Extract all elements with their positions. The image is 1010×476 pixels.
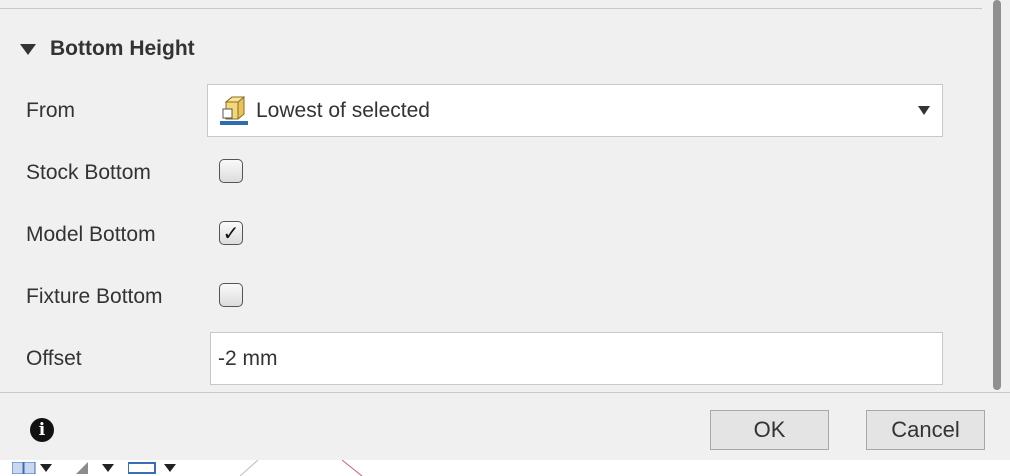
chevron-down-icon[interactable]	[918, 106, 930, 115]
model-bottom-checkbox[interactable]: ✓	[219, 221, 243, 245]
section-header-bottom-height[interactable]: Bottom Height	[20, 36, 195, 62]
ok-button[interactable]: OK	[710, 410, 829, 450]
window-layout-icon[interactable]	[12, 462, 36, 474]
canvas-line-decoration	[240, 460, 259, 476]
dropdown-arrow-icon[interactable]	[164, 464, 176, 472]
fixture-bottom-label: Fixture Bottom	[26, 285, 163, 308]
footer-divider	[0, 392, 1010, 393]
shade-mode-icon[interactable]	[76, 462, 88, 474]
scrollbar-thumb[interactable]	[993, 0, 1001, 390]
top-divider	[0, 8, 982, 9]
model-bottom-label: Model Bottom	[26, 223, 156, 246]
box-bottom-icon	[220, 96, 248, 126]
from-dropdown[interactable]: Lowest of selected	[207, 84, 943, 137]
display-settings-icon[interactable]	[128, 462, 156, 474]
offset-label: Offset	[26, 347, 82, 370]
cancel-button[interactable]: Cancel	[866, 410, 985, 450]
info-icon[interactable]: i	[30, 418, 54, 442]
from-dropdown-value: Lowest of selected	[256, 98, 430, 122]
stock-bottom-checkbox[interactable]	[219, 159, 243, 183]
section-title: Bottom Height	[50, 37, 195, 60]
collapse-triangle-icon[interactable]	[20, 43, 36, 55]
dropdown-arrow-icon[interactable]	[40, 464, 52, 472]
canvas-line-decoration	[342, 460, 363, 476]
bottom-toolbar-strip	[0, 460, 1010, 476]
operation-dialog: Bottom Height From Lowest of selected St…	[0, 0, 1010, 460]
offset-input[interactable]	[210, 332, 943, 385]
from-label: From	[26, 99, 75, 122]
checkmark-icon: ✓	[222, 221, 240, 245]
stock-bottom-label: Stock Bottom	[26, 161, 151, 184]
dropdown-arrow-icon[interactable]	[102, 464, 114, 472]
fixture-bottom-checkbox[interactable]	[219, 283, 243, 307]
